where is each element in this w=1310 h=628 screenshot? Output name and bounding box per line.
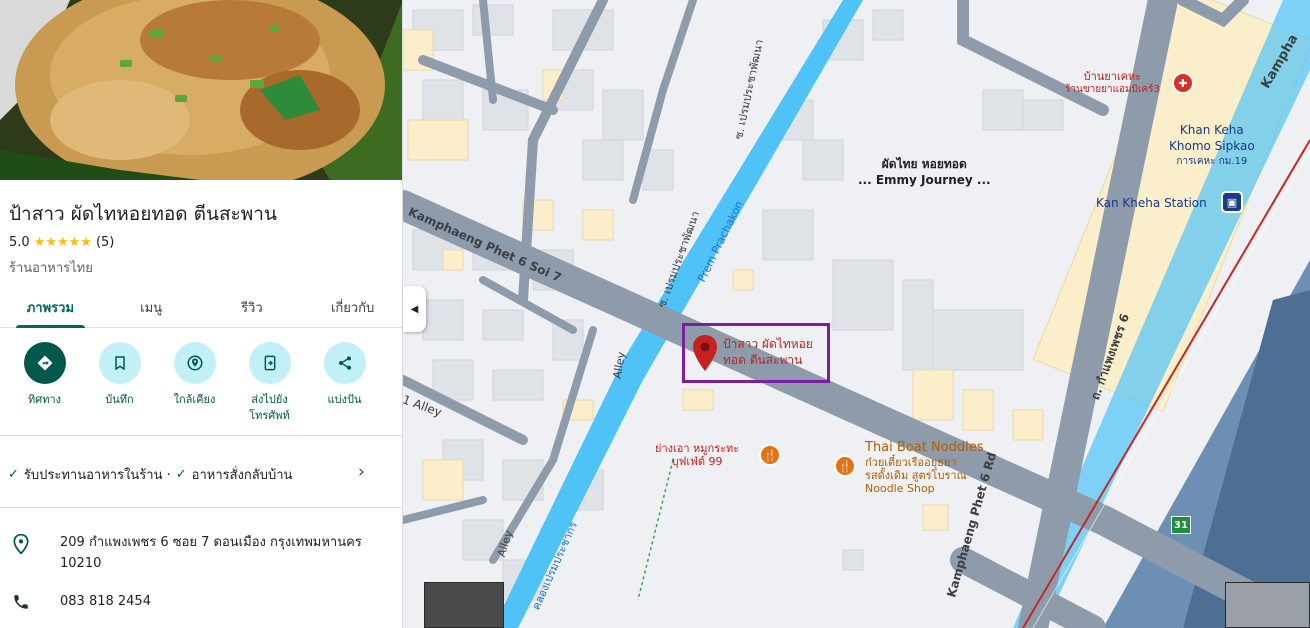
save-button[interactable]: บันทึก xyxy=(82,342,157,424)
directions-label: ทิศทาง xyxy=(27,393,62,406)
poi-thai-boat-line1: Thai Boat Noddles xyxy=(865,440,984,455)
check-icon: ✓ xyxy=(8,467,19,482)
tab-reviews[interactable]: รีวิว xyxy=(202,286,303,327)
nearby-icon xyxy=(173,342,216,384)
phone-row[interactable]: 083 818 2454 xyxy=(10,591,151,612)
send-to-phone-label-line1: ส่งไปยัง xyxy=(251,393,288,406)
phone-number: 083 818 2454 xyxy=(60,594,151,609)
place-title: ป้าสาว ผัดไทหอยทอด ตีนสะพาน xyxy=(9,203,277,225)
restaurant-icon[interactable]: 🍴 xyxy=(759,444,781,466)
route-shield: 31 xyxy=(1171,516,1191,534)
tab-about[interactable]: เกี่ยวกับ xyxy=(302,286,402,327)
poi-selected-line1: ป้าสาว ผัดไทหอย xyxy=(723,337,813,351)
tab-overview[interactable]: ภาพรวม xyxy=(0,286,101,328)
pharmacy-icon[interactable]: ✚ xyxy=(1172,72,1194,94)
rating-value: 5.0 xyxy=(9,235,30,250)
poi-ban-ya-kheha-line2: ร้านขายยาแอมบิเคร์3 xyxy=(1065,84,1160,95)
poi-selected-place[interactable]: ป้าสาว ผัดไทหอย ทอด ตีนสะพาน xyxy=(723,336,813,368)
service-takeout: อาหารสั่งกลับบ้าน xyxy=(191,468,293,483)
location-pin-icon[interactable] xyxy=(693,335,717,371)
imagery-thumbnail[interactable] xyxy=(424,582,504,628)
map-canvas[interactable]: Kamphaeng Phet 6 Soi 7 Kamphaeng Phet 6 … xyxy=(403,0,1310,628)
review-count[interactable]: (5) xyxy=(96,235,114,250)
poi-thai-boat[interactable]: Thai Boat Noddles ก๋วยเตี๋ยวเรืออยุธยา ร… xyxy=(865,440,984,495)
street-view-thumbnail[interactable] xyxy=(1225,582,1310,628)
chevron-right-icon[interactable]: › xyxy=(358,462,365,482)
send-to-phone-label: ส่งไปยัง โทรศัพท์ xyxy=(232,392,307,424)
tab-menu[interactable]: เมนู xyxy=(101,286,202,327)
rating-row[interactable]: 5.0 ★★★★★ (5) xyxy=(9,235,114,250)
place-category[interactable]: ร้านอาหารไทย xyxy=(9,257,93,278)
poi-emmy-line2: ... Emmy Journey ... xyxy=(858,173,991,187)
poi-thai-boat-line2: ก๋วยเตี๋ยวเรืออยุธยา xyxy=(865,456,957,469)
poi-thai-boat-line3: รสดั้งเดิม สูตรโบราณ xyxy=(865,469,967,482)
place-tabs: ภาพรวม เมนู รีวิว เกี่ยวกับ xyxy=(0,286,402,328)
nearby-label: ใกล้เคียง xyxy=(173,393,216,406)
bookmark-icon xyxy=(98,342,141,384)
address-line1: 209 กำแพงเพชร 6 ซอย 7 ดอนเมือง กรุงเทพมห… xyxy=(60,535,362,550)
poi-ban-ya-kheha-line1: บ้านยาเคหะ xyxy=(1083,70,1142,83)
poi-khan-keha-line1: Khan Keha xyxy=(1179,123,1244,137)
send-to-phone-label-line2: โทรศัพท์ xyxy=(249,409,290,422)
phone-icon xyxy=(10,591,32,612)
share-label: แบ่งปัน xyxy=(327,393,362,406)
poi-khan-keha[interactable]: Khan Keha Khomo Sipkao การเคหะ กม.19 xyxy=(1169,122,1255,170)
nearby-button[interactable]: ใกล้เคียง xyxy=(157,342,232,424)
divider xyxy=(0,507,402,508)
poi-emmy-line1: ผัดไทย หอยทอด xyxy=(881,157,967,171)
poi-kan-kheha-station[interactable]: Kan Kheha Station xyxy=(1096,195,1207,211)
share-button[interactable]: แบ่งปัน xyxy=(307,342,382,424)
poi-yang-ao[interactable]: ย่างเอา หมูกระทะ บุฟเฟ่ต์ 99 xyxy=(655,442,739,468)
place-hero-photo[interactable] xyxy=(0,0,402,180)
train-station-icon[interactable]: ▣ xyxy=(1221,191,1243,213)
poi-yang-ao-line1: ย่างเอา หมูกระทะ xyxy=(655,442,740,455)
address-line2: 10210 xyxy=(60,556,102,571)
directions-icon xyxy=(23,342,66,384)
collapse-panel-button[interactable]: ◀ xyxy=(403,286,426,332)
location-pin-icon xyxy=(10,532,32,574)
address-row[interactable]: 209 กำแพงเพชร 6 ซอย 7 ดอนเมือง กรุงเทพมห… xyxy=(10,532,362,574)
restaurant-icon[interactable]: 🍴 xyxy=(834,455,856,477)
place-panel: ป้าสาว ผัดไทหอยทอด ตีนสะพาน 5.0 ★★★★★ (5… xyxy=(0,0,403,628)
chevron-left-icon: ◀ xyxy=(410,303,419,315)
divider xyxy=(0,435,402,436)
poi-yang-ao-line2: บุฟเฟ่ต์ 99 xyxy=(671,455,723,468)
poi-emmy-journey[interactable]: ผัดไทย หอยทอด ... Emmy Journey ... xyxy=(858,156,991,188)
star-rating-icon: ★★★★★ xyxy=(33,235,92,250)
poi-khan-keha-line2: Khomo Sipkao xyxy=(1169,139,1255,153)
send-to-phone-button[interactable]: ส่งไปยัง โทรศัพท์ xyxy=(232,342,307,424)
save-label: บันทึก xyxy=(105,393,134,406)
check-icon: ✓ xyxy=(175,467,187,482)
service-options[interactable]: ✓ รับประทานอาหารในร้าน · ✓ อาหารสั่งกลับ… xyxy=(8,464,292,485)
poi-thai-boat-line4: Noodle Shop xyxy=(865,482,935,495)
poi-ban-ya-kheha[interactable]: บ้านยาเคหะ ร้านขายยาแอมบิเคร์3 xyxy=(1065,70,1160,96)
share-icon xyxy=(323,342,366,384)
poi-selected-line2: ทอด ตีนสะพาน xyxy=(723,353,803,367)
poi-khan-keha-line3: การเคหะ กม.19 xyxy=(1176,156,1248,167)
directions-button[interactable]: ทิศทาง xyxy=(7,342,82,424)
service-dine-in: รับประทานอาหารในร้าน · xyxy=(23,468,171,483)
send-to-phone-icon xyxy=(248,342,291,384)
food-photo xyxy=(0,0,402,180)
action-buttons: ทิศทาง บันทึก ใกล้เคียง ส่งไปยัง โทรศัพท… xyxy=(0,342,402,424)
